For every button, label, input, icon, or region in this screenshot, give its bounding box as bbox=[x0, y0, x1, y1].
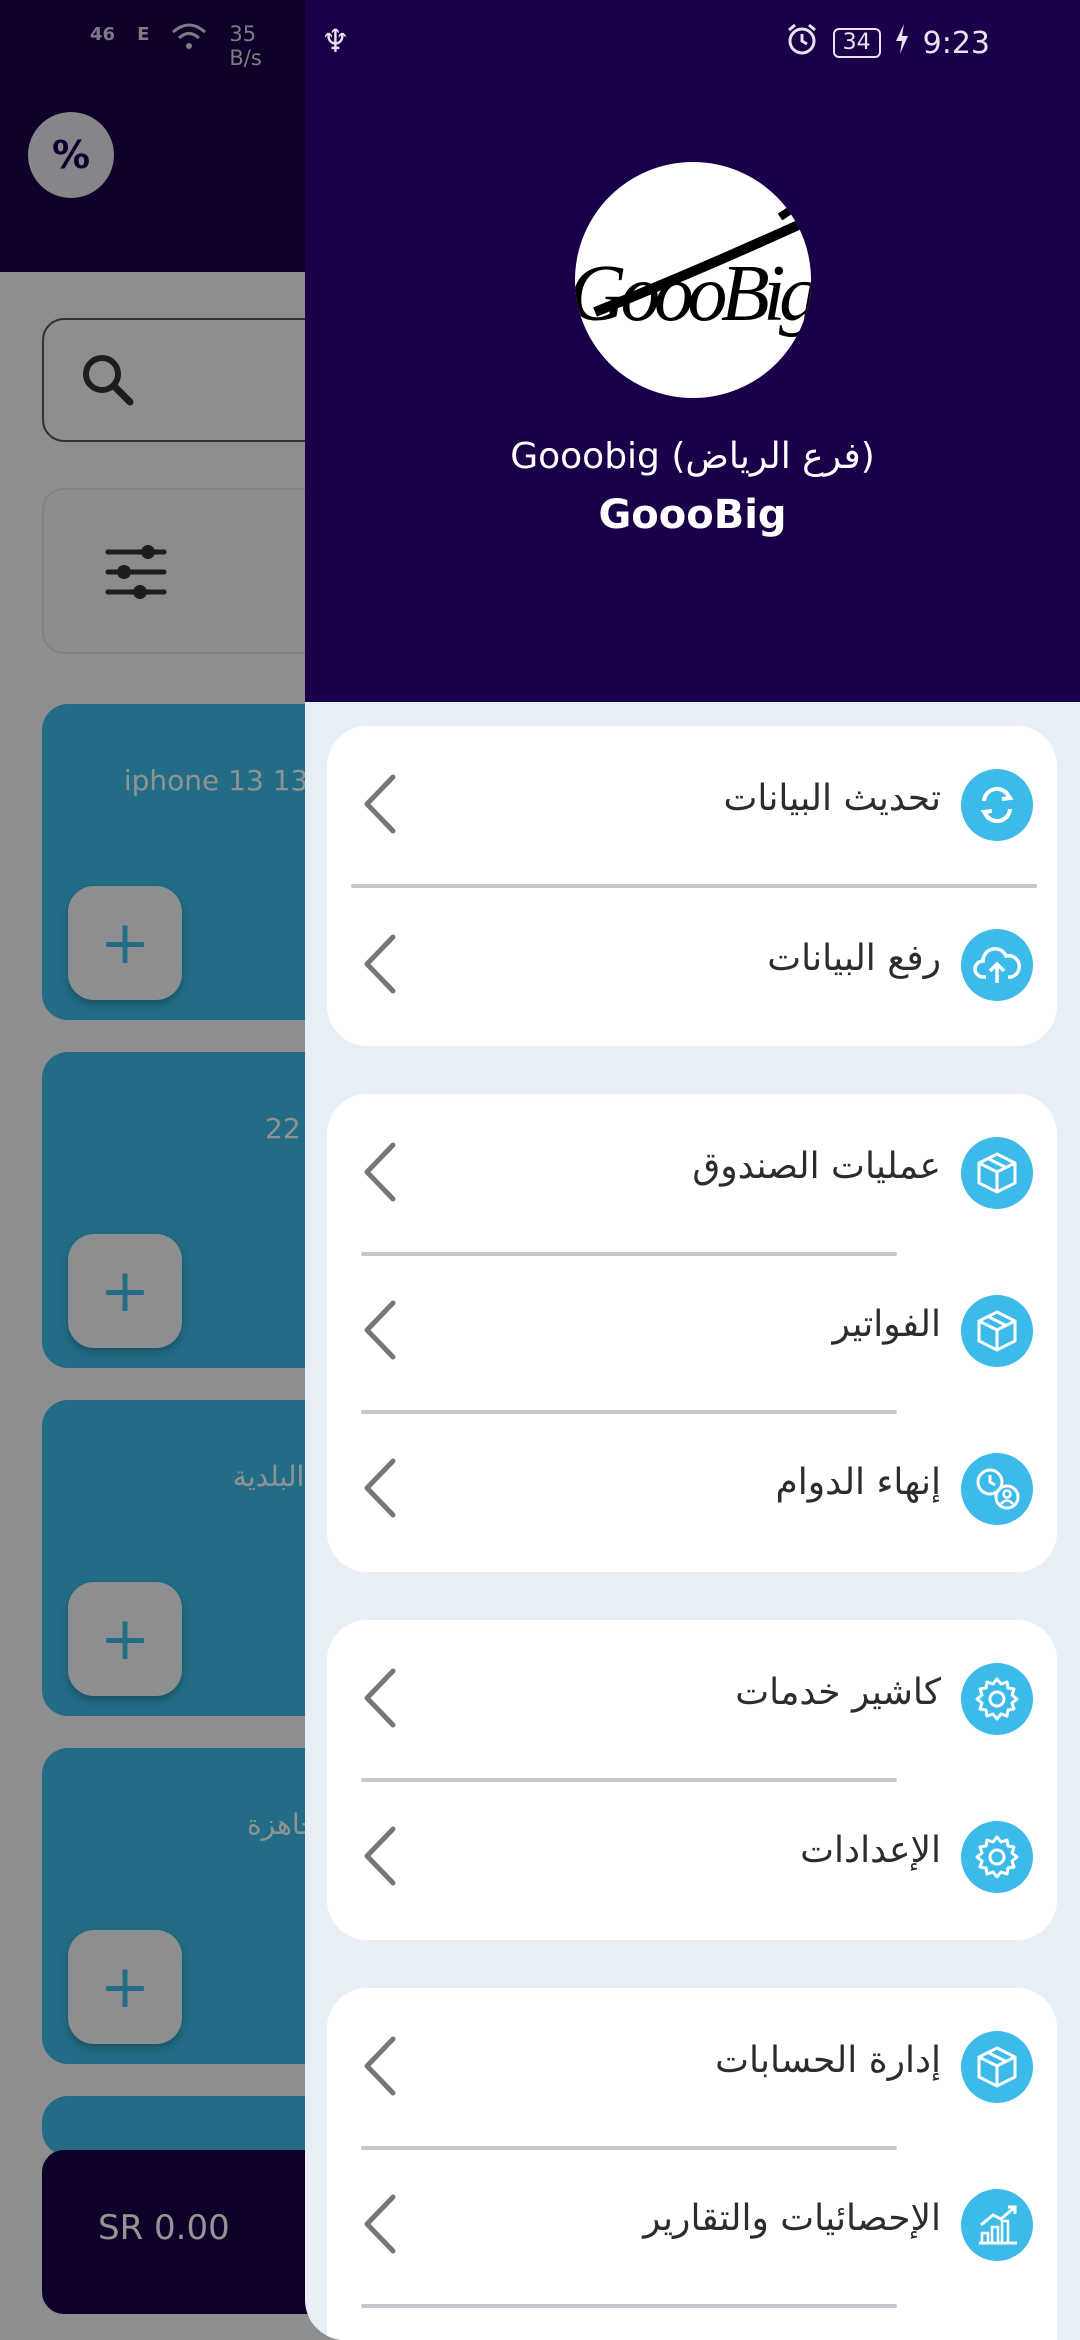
store-subtitle: GoooBig bbox=[598, 492, 787, 538]
menu-item-refresh-data[interactable]: تحديث البيانات bbox=[327, 726, 1057, 884]
menu-item-label: الإعدادات bbox=[800, 1830, 941, 1871]
alarm-icon bbox=[785, 22, 819, 64]
navigation-drawer: ♆ 34 9:23 GoooBig Gooobig (فرع الرياض) G… bbox=[305, 0, 1080, 2340]
menu-group-operations: عمليات الصندوق الفواتير إنهاء الدوام bbox=[327, 1094, 1057, 1572]
logo-text: GoooBig bbox=[575, 250, 811, 338]
divider bbox=[361, 2304, 897, 2308]
menu-group-data: تحديث البيانات رفع البيانات bbox=[327, 726, 1057, 1046]
store-name: Gooobig (فرع الرياض) bbox=[510, 436, 875, 477]
usb-icon: ♆ bbox=[321, 22, 350, 60]
menu-item-label: رفع البيانات bbox=[767, 938, 941, 979]
menu-item-label: كاشير خدمات bbox=[735, 1672, 941, 1713]
menu-item-upload-data[interactable]: رفع البيانات bbox=[327, 886, 1057, 1044]
battery-indicator: 34 bbox=[832, 28, 881, 58]
gear-icon bbox=[961, 1821, 1033, 1893]
store-logo: GoooBig bbox=[575, 162, 811, 398]
chevron-left-icon bbox=[359, 2191, 399, 2261]
chevron-left-icon bbox=[359, 1455, 399, 1525]
charging-icon bbox=[895, 24, 909, 62]
chevron-left-icon bbox=[359, 1139, 399, 1209]
chart-icon bbox=[961, 2189, 1033, 2261]
shift-end-icon bbox=[961, 1453, 1033, 1525]
menu-item-label: إدارة الحسابات bbox=[715, 2040, 941, 2081]
menu-group-settings: كاشير خدمات الإعدادات bbox=[327, 1620, 1057, 1940]
box-icon bbox=[961, 1137, 1033, 1209]
menu-item-account-management[interactable]: إدارة الحسابات bbox=[327, 1988, 1057, 2146]
gear-icon bbox=[961, 1663, 1033, 1735]
menu-item-cash-operations[interactable]: عمليات الصندوق bbox=[327, 1094, 1057, 1252]
chevron-left-icon bbox=[359, 931, 399, 1001]
chevron-left-icon bbox=[359, 2033, 399, 2103]
drawer-header: ♆ 34 9:23 GoooBig Gooobig (فرع الرياض) G… bbox=[305, 0, 1080, 702]
menu-item-end-shift[interactable]: إنهاء الدوام bbox=[327, 1410, 1057, 1568]
status-bar-right: 34 9:23 bbox=[785, 22, 990, 64]
menu-item-label: الإحصائيات والتقارير bbox=[643, 2198, 941, 2239]
menu-item-statistics-reports[interactable]: الإحصائيات والتقارير bbox=[327, 2146, 1057, 2304]
chevron-left-icon bbox=[359, 1823, 399, 1893]
menu-item-label: تحديث البيانات bbox=[723, 778, 941, 819]
cloud-upload-icon bbox=[961, 929, 1033, 1001]
box-icon bbox=[961, 1295, 1033, 1367]
menu-group-accounts: إدارة الحسابات الإحصائيات والتقارير bbox=[327, 1988, 1057, 2340]
menu-item-services-cashier[interactable]: كاشير خدمات bbox=[327, 1620, 1057, 1778]
menu-item-label: الفواتير bbox=[832, 1304, 941, 1345]
chevron-left-icon bbox=[359, 1297, 399, 1367]
menu-item-label: إنهاء الدوام bbox=[775, 1462, 942, 1503]
chevron-left-icon bbox=[359, 1665, 399, 1735]
menu-item-label: عمليات الصندوق bbox=[692, 1146, 941, 1187]
chevron-left-icon bbox=[359, 771, 399, 841]
clock-time: 9:23 bbox=[922, 25, 990, 61]
menu-item-invoices[interactable]: الفواتير bbox=[327, 1252, 1057, 1410]
refresh-icon bbox=[961, 769, 1033, 841]
box-icon bbox=[961, 2031, 1033, 2103]
menu-item-settings[interactable]: الإعدادات bbox=[327, 1778, 1057, 1936]
